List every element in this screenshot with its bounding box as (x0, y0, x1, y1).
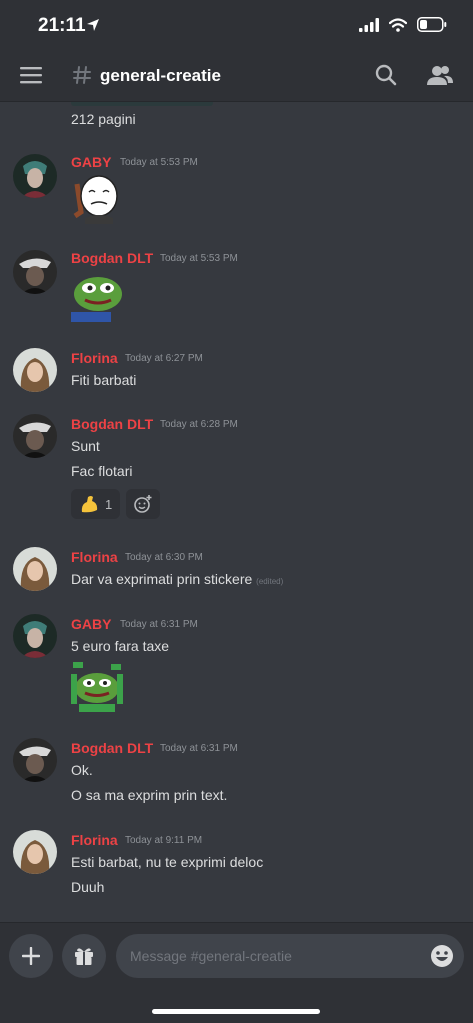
members-icon[interactable] (427, 64, 453, 86)
gift-icon (75, 948, 93, 965)
avatar[interactable] (13, 154, 57, 198)
message-list[interactable]: 212 pagini GABY Today at 5:53 PM Bogdan … (0, 102, 473, 922)
message-text: Sunt (71, 438, 100, 454)
crying-face-sticker (73, 175, 118, 224)
avatar[interactable] (13, 547, 57, 591)
message-author[interactable]: Bogdan DLT (71, 416, 153, 432)
wifi-icon (389, 17, 407, 32)
cellular-signal-icon (359, 17, 379, 32)
channel-title: general-creatie (100, 66, 221, 85)
message-timestamp: Today at 6:28 PM (160, 419, 238, 430)
message-timestamp: Today at 9:11 PM (125, 835, 203, 846)
message-author[interactable]: GABY (71, 616, 111, 632)
status-icons (359, 17, 447, 32)
hamburger-menu-icon[interactable] (20, 66, 42, 84)
previous-message-text: 212 pagini (71, 111, 136, 127)
add-reaction-icon (134, 495, 152, 513)
message-text: Dar va exprimati prin stickere (71, 571, 253, 587)
message-text: Ok. (71, 762, 93, 778)
message-text: Fiti barbati (71, 372, 137, 388)
pepe-money-sticker (71, 662, 123, 712)
pepe-frog-sticker (71, 277, 122, 322)
message-text: 5 euro fara taxe (71, 638, 170, 654)
message-author[interactable]: Florina (71, 350, 118, 366)
message-text: Duuh (71, 879, 105, 895)
message-timestamp: Today at 5:53 PM (120, 157, 198, 168)
status-time: 21:11 (38, 15, 86, 36)
previous-embed (71, 102, 213, 106)
avatar[interactable] (13, 250, 57, 294)
message-text: Fac flotari (71, 463, 133, 479)
add-attachment-button[interactable] (9, 934, 53, 978)
message-author[interactable]: Florina (71, 549, 118, 565)
avatar[interactable] (13, 414, 57, 458)
reactions-row: 1 (71, 489, 161, 519)
location-arrow-icon (87, 19, 99, 31)
message-composer (0, 922, 473, 1023)
emoji-icon[interactable] (430, 944, 454, 968)
channel-hash-icon (73, 66, 91, 84)
message-timestamp: Today at 6:30 PM (125, 552, 203, 563)
flexed-biceps-icon (81, 496, 98, 513)
message-author[interactable]: Bogdan DLT (71, 250, 153, 266)
message-text: Esti barbat, nu te exprimi deloc (71, 854, 264, 870)
message-author[interactable]: Florina (71, 832, 118, 848)
gift-button[interactable] (62, 934, 106, 978)
message-timestamp: Today at 5:53 PM (160, 253, 238, 264)
message-text: O sa ma exprim prin text. (71, 787, 228, 803)
channel-header: general-creatie (0, 50, 473, 102)
search-icon[interactable] (375, 64, 397, 86)
edited-label: (edited) (256, 577, 284, 586)
avatar[interactable] (13, 738, 57, 782)
avatar[interactable] (13, 348, 57, 392)
status-bar: 21:11 (0, 0, 473, 50)
avatar[interactable] (13, 830, 57, 874)
reaction-flexed-biceps[interactable]: 1 (71, 489, 121, 519)
battery-icon (417, 17, 447, 32)
add-reaction-button[interactable] (126, 489, 161, 519)
reaction-count: 1 (105, 496, 113, 512)
home-indicator (152, 1009, 320, 1014)
plus-icon (22, 947, 40, 965)
avatar[interactable] (13, 614, 57, 658)
message-author[interactable]: Bogdan DLT (71, 740, 153, 756)
message-input-container (116, 934, 464, 978)
message-input[interactable] (130, 934, 420, 978)
message-timestamp: Today at 6:27 PM (125, 353, 203, 364)
message-timestamp: Today at 6:31 PM (160, 743, 238, 754)
message-timestamp: Today at 6:31 PM (120, 619, 198, 630)
message-author[interactable]: GABY (71, 154, 111, 170)
message-text-row: Dar va exprimati prin stickere (edited) (71, 571, 283, 587)
